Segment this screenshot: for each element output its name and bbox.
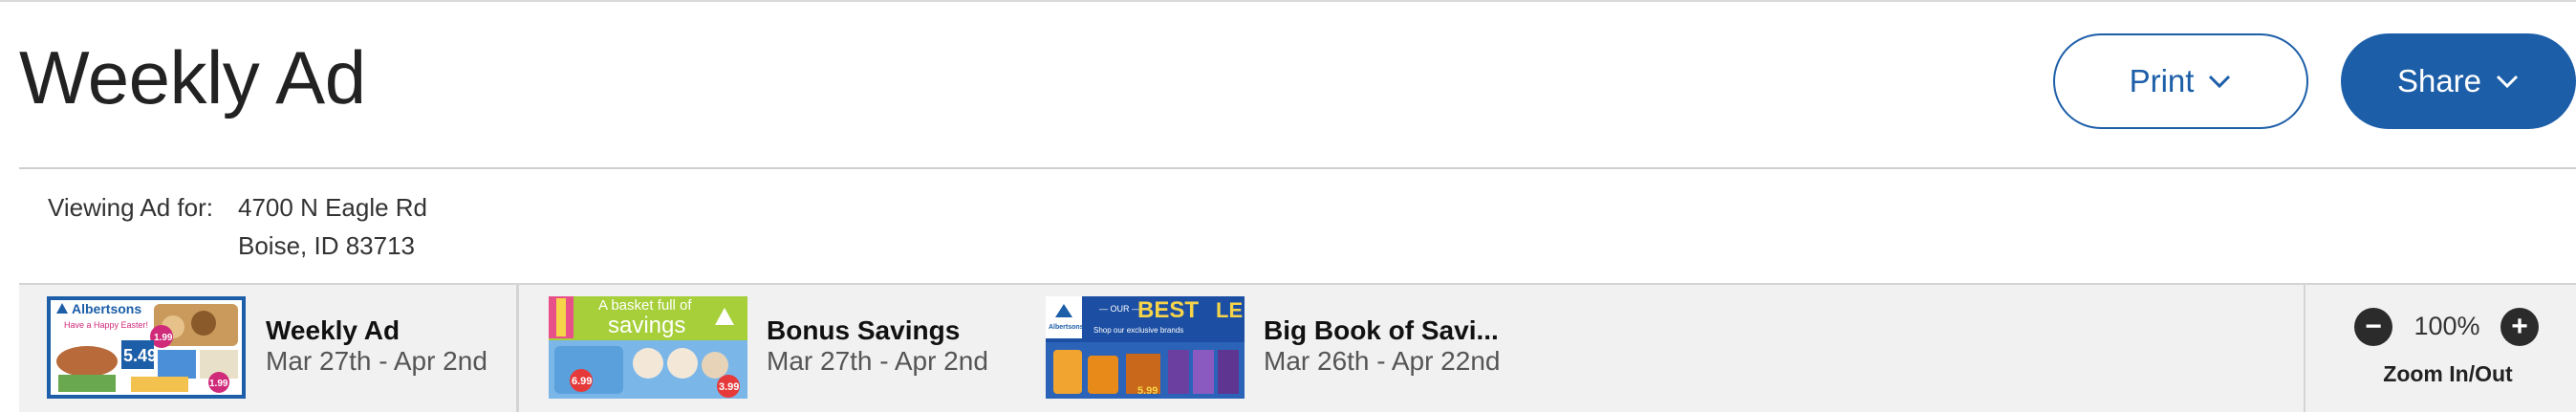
thumb-price: 3.99 [719, 381, 739, 393]
header-divider [19, 167, 2576, 169]
thumb-price: 5.99 [1137, 385, 1158, 397]
store-address-line2[interactable]: Boise, ID 83713 [238, 231, 415, 261]
share-button[interactable]: Share [2341, 33, 2576, 129]
thumb-headline: BEST [1137, 297, 1199, 323]
thumb-brand: Albertsons [1049, 324, 1084, 331]
ad-thumbnail-big-book-of-savings[interactable]: Albertsons — OUR — BEST LE Shop our excl… [1046, 296, 1245, 399]
top-rule [0, 0, 2576, 2]
thumb-price: 6.99 [572, 376, 592, 387]
plus-icon: + [2511, 311, 2528, 342]
print-button[interactable]: Print [2053, 33, 2308, 129]
ad-thumbnail-weekly-ad[interactable]: Albertsons Have a Happy Easter! 1.99 5.4… [47, 296, 246, 399]
print-label: Print [2129, 63, 2195, 98]
ad-dates: Mar 27th - Apr 2nd [266, 346, 487, 376]
ad-name[interactable]: Weekly Ad [266, 315, 400, 346]
zoom-level: 100% [2414, 312, 2480, 340]
minus-icon: − [2365, 311, 2382, 342]
strip-divider [2304, 283, 2305, 412]
page-title: Weekly Ad [19, 35, 366, 119]
thumb-price: 1.99 [209, 379, 228, 389]
viewing-ad-label: Viewing Ad for: [48, 193, 213, 222]
bonus-savings-cover-art: A basket full of savings 6.99 3.99 [549, 296, 747, 399]
ad-dates: Mar 26th - Apr 22nd [1264, 346, 1501, 376]
ad-dates: Mar 27th - Apr 2nd [767, 346, 988, 376]
thumb-tagline: savings [608, 313, 685, 338]
share-label: Share [2396, 63, 2482, 98]
thumb-tagline: Have a Happy Easter! [64, 320, 148, 330]
thumb-subline: Shop our exclusive brands [1093, 326, 1183, 335]
store-address-line1[interactable]: 4700 N Eagle Rd [238, 193, 427, 223]
thumb-headline: LE [1216, 298, 1243, 322]
zoom-out-button[interactable]: − [2354, 308, 2392, 346]
zoom-in-button[interactable]: + [2500, 308, 2539, 346]
thumb-tagline: A basket full of [598, 297, 692, 314]
chevron-down-icon [2496, 75, 2519, 89]
ad-thumbnail-bonus-savings[interactable]: A basket full of savings 6.99 3.99 [549, 296, 747, 399]
thumb-price: 1.99 [154, 333, 173, 343]
weekly-ad-cover-art: Albertsons Have a Happy Easter! 1.99 5.4… [51, 300, 242, 395]
ad-name[interactable]: Bonus Savings [767, 315, 960, 346]
ad-name[interactable]: Big Book of Savi... [1264, 315, 1499, 346]
chevron-down-icon [2209, 75, 2231, 89]
big-book-cover-art: Albertsons — OUR — BEST LE Shop our excl… [1046, 296, 1245, 399]
thumb-headline: — OUR — [1099, 304, 1140, 314]
strip-divider [516, 283, 519, 412]
thumb-price: 5.49 [123, 346, 157, 365]
thumb-brand: Albertsons [72, 301, 141, 316]
zoom-label: Zoom In/Out [2383, 361, 2513, 386]
